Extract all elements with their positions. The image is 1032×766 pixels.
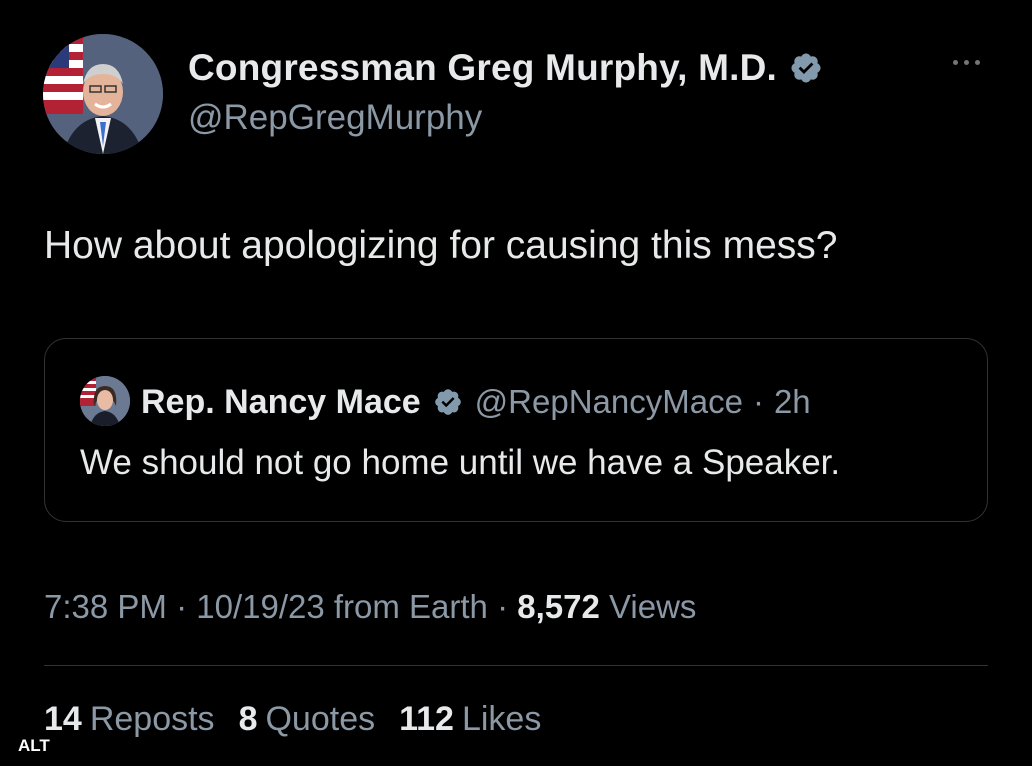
- author-avatar[interactable]: [43, 34, 163, 154]
- engagement-stats: 14 Reposts 8 Quotes 112 Likes: [44, 700, 541, 739]
- quoted-tweet-card[interactable]: Rep. Nancy Mace @RepNancyMace · 2h We sh…: [44, 338, 988, 522]
- quoted-author-handle[interactable]: @RepNancyMace: [475, 383, 743, 421]
- tweet-text: How about apologizing for causing this m…: [44, 224, 838, 267]
- quotes-stat[interactable]: 8 Quotes: [239, 700, 376, 739]
- quoted-tweet-text: We should not go home until we have a Sp…: [80, 443, 841, 482]
- divider: [44, 665, 988, 666]
- quoted-author-display-name[interactable]: Rep. Nancy Mace: [141, 383, 421, 422]
- quotes-label: Quotes: [265, 700, 376, 738]
- author-name-row: Congressman Greg Murphy, M.D.: [188, 44, 823, 92]
- reposts-stat[interactable]: 14 Reposts: [44, 700, 215, 739]
- quoted-tweet-time[interactable]: 2h: [774, 383, 811, 421]
- likes-stat[interactable]: 112 Likes: [399, 700, 541, 739]
- quoted-author-avatar[interactable]: [80, 376, 130, 426]
- reposts-label: Reposts: [89, 700, 215, 738]
- author-handle[interactable]: @RepGregMurphy: [188, 98, 482, 138]
- tweet-time[interactable]: 7:38 PM: [44, 588, 167, 625]
- reposts-count: 14: [44, 700, 82, 738]
- likes-count: 112: [399, 700, 454, 738]
- verified-badge-icon: [433, 387, 463, 417]
- quoted-author-row: Rep. Nancy Mace @RepNancyMace · 2h: [141, 377, 811, 427]
- quoted-author-avatar-image: [80, 376, 130, 426]
- meta-separator: ·: [166, 588, 197, 625]
- separator-dot: ·: [752, 383, 764, 420]
- author-avatar-image: [43, 34, 163, 154]
- author-display-name[interactable]: Congressman Greg Murphy, M.D.: [188, 47, 777, 89]
- tweet-date[interactable]: 10/19/23 from Earth: [196, 588, 488, 625]
- views-label: Views: [599, 588, 697, 625]
- meta-separator: ·: [487, 588, 518, 625]
- views-count: 8,572: [517, 588, 600, 625]
- alt-text-badge[interactable]: ALT: [12, 734, 56, 758]
- verified-badge-icon: [789, 51, 823, 85]
- tweet-meta: 7:38 PM · 10/19/23 from Earth · 8,572 Vi…: [44, 588, 696, 626]
- quotes-count: 8: [238, 700, 258, 738]
- more-options-icon[interactable]: [946, 52, 986, 72]
- likes-label: Likes: [461, 700, 542, 738]
